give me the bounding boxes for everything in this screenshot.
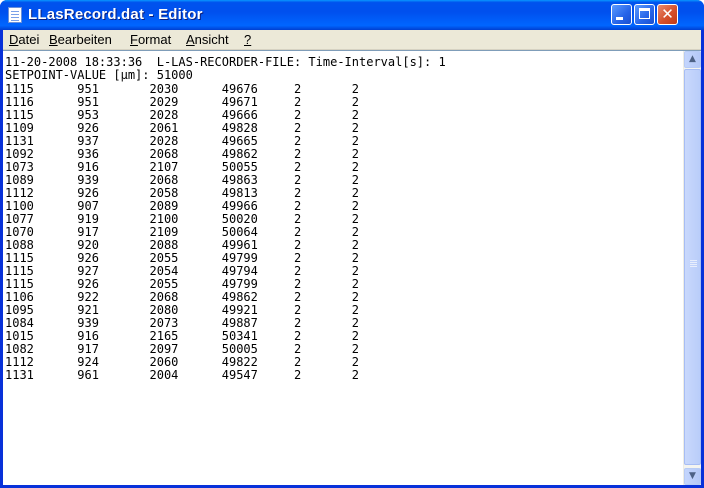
close-icon: ✕ bbox=[661, 5, 674, 23]
notepad-icon[interactable] bbox=[8, 7, 22, 23]
menu-format[interactable]: Format bbox=[130, 32, 171, 47]
menu-datei[interactable]: Datei bbox=[9, 32, 39, 47]
close-button[interactable]: ✕ bbox=[657, 4, 678, 25]
title-bar[interactable]: LLasRecord.dat - Editor ✕ bbox=[0, 0, 704, 30]
data-lines: 1115 951 2030 49676 2 2 1116 951 2029 496… bbox=[5, 83, 359, 382]
data-row: 1131 961 2004 49547 2 2 bbox=[5, 368, 360, 382]
scroll-thumb[interactable] bbox=[684, 69, 701, 465]
scroll-down-button[interactable]: ▼ bbox=[684, 468, 701, 485]
menu-help[interactable]: ? bbox=[244, 32, 251, 47]
text-area[interactable]: 11-20-2008 18:33:36 L-LAS-RECORDER-FILE:… bbox=[3, 50, 701, 485]
window-title: LLasRecord.dat - Editor bbox=[28, 6, 203, 23]
header-line-2: SETPOINT-VALUE [µm]: 51000 bbox=[5, 68, 193, 82]
vertical-scrollbar[interactable]: ▲ ▼ bbox=[683, 51, 701, 485]
maximize-button[interactable] bbox=[634, 4, 655, 25]
maximize-icon bbox=[639, 8, 650, 19]
minimize-icon bbox=[616, 17, 623, 20]
minimize-button[interactable] bbox=[611, 4, 632, 25]
menu-bar: Datei Bearbeiten Format Ansicht ? bbox=[3, 30, 701, 50]
thumb-grip-icon bbox=[690, 260, 697, 261]
menu-bearbeiten[interactable]: Bearbeiten bbox=[49, 32, 112, 47]
scroll-up-button[interactable]: ▲ bbox=[684, 51, 701, 68]
menu-ansicht[interactable]: Ansicht bbox=[186, 32, 229, 47]
chevron-down-icon: ▼ bbox=[689, 471, 696, 481]
editor-window: LLasRecord.dat - Editor ✕ Datei Bearbeit… bbox=[0, 0, 704, 488]
chevron-up-icon: ▲ bbox=[689, 54, 696, 64]
